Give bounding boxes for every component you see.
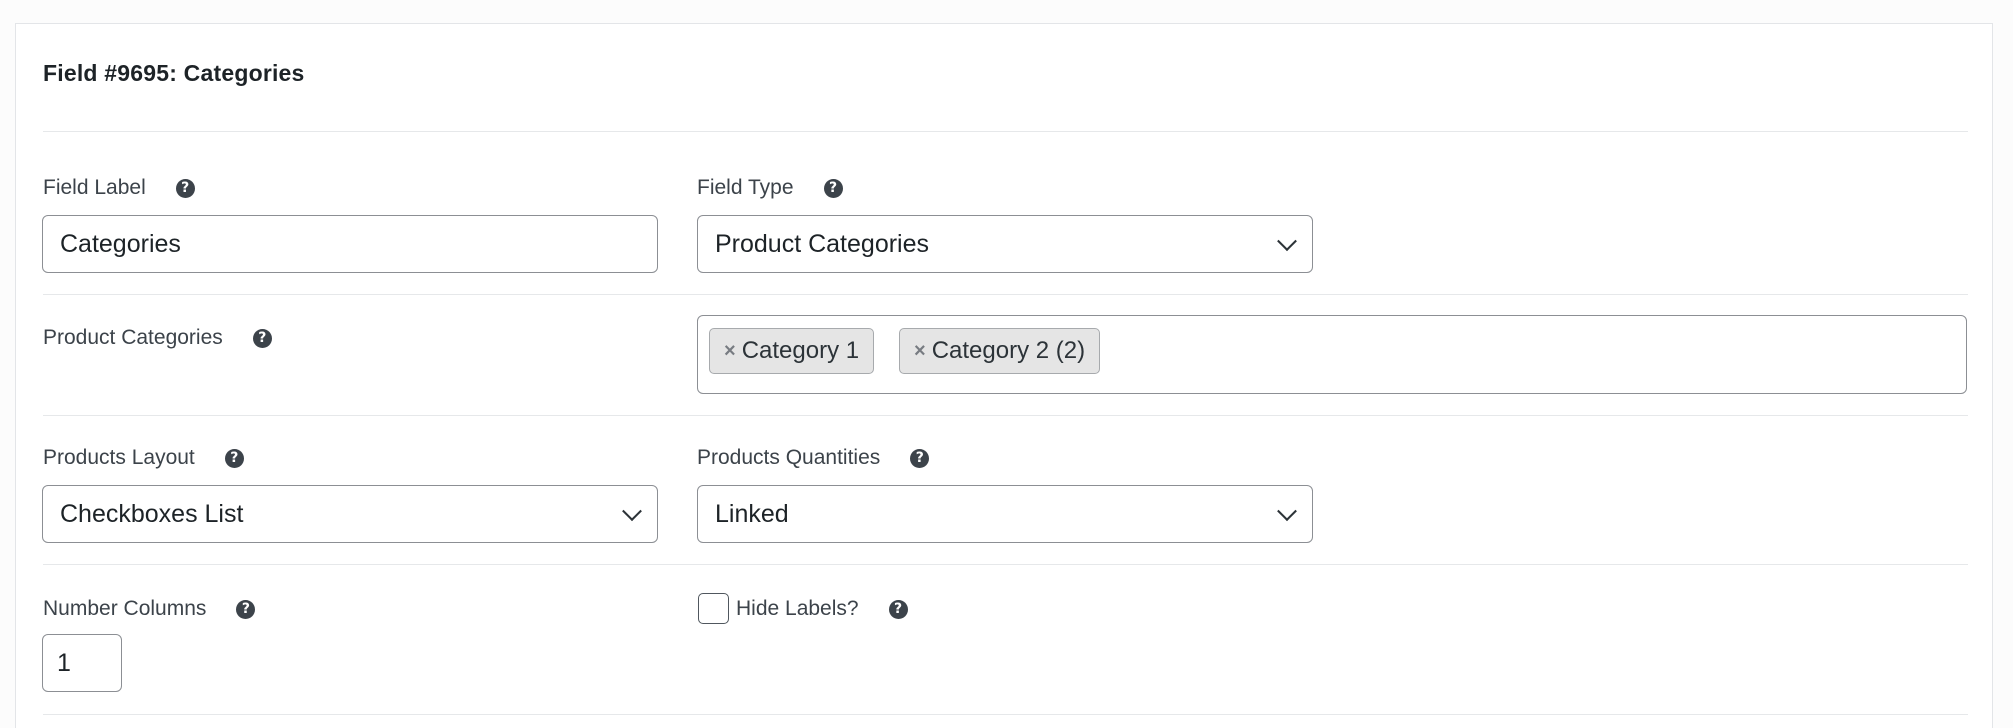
products-layout-label: Products Layout ? <box>43 446 244 470</box>
field-type-select[interactable]: Product Categories <box>697 215 1313 273</box>
field-label-text: Field Label <box>43 176 146 199</box>
field-type-text: Field Type <box>697 176 794 199</box>
product-categories-label: Product Categories ? <box>43 326 272 350</box>
page-title: Field #9695: Categories <box>43 60 305 86</box>
chip-label: Category 1 <box>741 337 860 364</box>
hide-labels-text: Hide Labels? <box>736 597 859 620</box>
chevron-down-icon <box>1277 501 1297 522</box>
help-icon[interactable]: ? <box>224 448 244 468</box>
divider <box>43 564 1968 565</box>
number-columns-text: Number Columns <box>43 597 207 620</box>
product-categories-multiselect[interactable]: × Category 1 × Category 2 (2) <box>697 315 1967 394</box>
category-chip[interactable]: × Category 2 (2) <box>899 328 1101 374</box>
products-layout-value: Checkboxes List <box>60 499 244 528</box>
divider <box>43 415 1968 416</box>
products-quantities-label: Products Quantities ? <box>697 446 930 470</box>
products-layout-text: Products Layout <box>43 446 195 469</box>
help-icon[interactable]: ? <box>888 599 908 619</box>
field-type-label: Field Type ? <box>697 176 843 200</box>
chip-label: Category 2 (2) <box>931 337 1086 364</box>
help-icon[interactable]: ? <box>236 599 256 619</box>
products-layout-select[interactable]: Checkboxes List <box>42 485 658 543</box>
help-icon[interactable]: ? <box>175 178 195 198</box>
product-categories-text: Product Categories <box>43 326 223 349</box>
divider <box>43 714 1968 715</box>
divider <box>43 131 1968 132</box>
hide-labels-checkbox[interactable] <box>698 593 729 624</box>
field-label-label: Field Label ? <box>43 176 195 200</box>
field-label-input[interactable]: Categories <box>42 215 658 273</box>
products-quantities-select[interactable]: Linked <box>697 485 1313 543</box>
category-chip[interactable]: × Category 1 <box>709 328 875 374</box>
divider <box>43 294 1968 295</box>
number-columns-input[interactable]: 1 <box>42 634 122 692</box>
field-type-value: Product Categories <box>715 229 930 258</box>
number-columns-value: 1 <box>57 648 71 677</box>
chevron-down-icon <box>622 501 642 522</box>
help-icon[interactable]: ? <box>910 448 930 468</box>
page: Field #9695: Categories Field Label ? Ca… <box>0 0 2013 728</box>
products-quantities-text: Products Quantities <box>697 446 881 469</box>
close-icon[interactable]: × <box>914 340 926 363</box>
hide-labels-label: Hide Labels? ? <box>736 597 908 621</box>
products-quantities-value: Linked <box>715 499 789 528</box>
field-label-value: Categories <box>60 229 181 258</box>
number-columns-label: Number Columns ? <box>43 597 256 621</box>
close-icon[interactable]: × <box>724 340 736 363</box>
chevron-down-icon <box>1277 231 1297 252</box>
help-icon[interactable]: ? <box>252 328 272 348</box>
help-icon[interactable]: ? <box>823 178 843 198</box>
